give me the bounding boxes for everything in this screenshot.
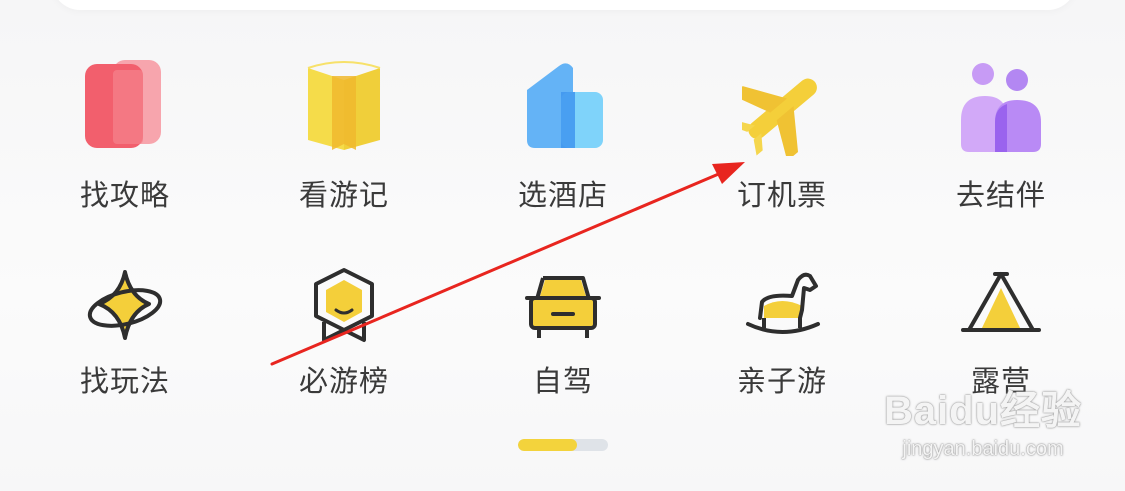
- page-indicator: [518, 439, 608, 451]
- guide-book-icon: [85, 60, 165, 156]
- menu-item-travel-notes[interactable]: 看游记: [264, 52, 424, 212]
- menu-item-hotels[interactable]: 选酒店: [483, 52, 643, 212]
- menu-item-must-visit[interactable]: 必游榜: [264, 262, 424, 422]
- open-book-icon: [304, 60, 384, 156]
- menu-item-activities[interactable]: 找玩法: [45, 262, 205, 422]
- rocking-horse-icon: [742, 266, 822, 362]
- menu-item-find-guide[interactable]: 找攻略: [45, 52, 205, 212]
- companions-icon: [961, 60, 1041, 156]
- sparkle-planet-icon: [85, 266, 165, 362]
- menu-item-self-drive[interactable]: 自驾: [483, 262, 643, 422]
- watermark-url: jingyan.baidu.com: [902, 438, 1064, 460]
- hotel-building-icon: [523, 60, 603, 156]
- menu-item-family-trip[interactable]: 亲子游: [702, 262, 862, 422]
- menu-item-flights[interactable]: 订机票: [702, 52, 862, 212]
- menu-item-label: 自驾: [532, 364, 593, 398]
- menu-item-label: 看游记: [298, 178, 389, 212]
- menu-item-label: 去结伴: [955, 178, 1046, 212]
- menu-item-companions[interactable]: 去结伴: [921, 52, 1081, 212]
- baidu-watermark: Baidu经验 jingyan.baidu.com: [873, 378, 1093, 478]
- page-indicator-fill: [518, 439, 578, 451]
- airplane-icon: [732, 60, 822, 161]
- car-icon: [523, 266, 603, 362]
- menu-item-label: 找攻略: [79, 178, 170, 212]
- menu-item-label: 必游榜: [298, 364, 389, 398]
- menu-item-label: 亲子游: [736, 364, 827, 398]
- menu-item-label: 订机票: [736, 178, 827, 212]
- ranking-badge-icon: [304, 266, 384, 362]
- menu-item-label: 找玩法: [79, 364, 170, 398]
- menu-item-label: 选酒店: [517, 178, 608, 212]
- watermark-brand: Baidu经验: [883, 389, 1083, 433]
- tent-icon: [961, 266, 1041, 362]
- travel-menu-page: 找攻略 看游记 选酒店 订机票 去结伴 找玩法 必游榜 自驾 亲子游 露营 Ba…: [0, 0, 1125, 491]
